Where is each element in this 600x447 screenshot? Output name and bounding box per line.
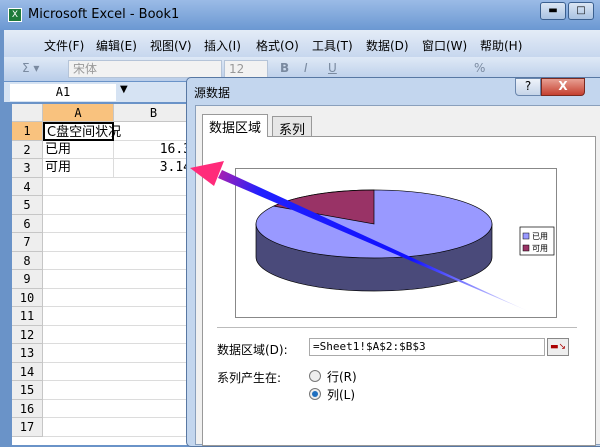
grid-row[interactable]: [43, 381, 194, 400]
dialog-body: 数据区域 系列 已用 可用 数据区域(D): =Sheet1!$A$2:$B$3…: [195, 105, 600, 446]
grid-row[interactable]: [43, 214, 194, 233]
pie-chart: 已用 可用: [255, 189, 555, 292]
name-box[interactable]: A1: [10, 84, 116, 101]
radio-rows-label[interactable]: 行(R): [327, 368, 357, 385]
menu-bar: 文件(F) 编辑(E) 视图(V) 插入(I) 格式(O) 工具(T) 数据(D…: [4, 30, 600, 57]
row-header[interactable]: 14: [12, 362, 43, 381]
range-label: 数据区域(D):: [217, 343, 288, 357]
chevron-down-icon[interactable]: ▼: [120, 84, 128, 95]
legend-swatch-available: [522, 244, 530, 252]
cell-a1[interactable]: C盘空间状况: [43, 122, 121, 141]
tab-data-range[interactable]: 数据区域: [202, 114, 269, 137]
menu-data[interactable]: 数据(D): [366, 37, 409, 54]
grid-row[interactable]: [43, 196, 194, 215]
row-header[interactable]: 6: [12, 214, 43, 233]
row-header[interactable]: 7: [12, 233, 43, 252]
grid-row[interactable]: [43, 177, 194, 196]
row-header[interactable]: 1: [12, 122, 43, 141]
bold-button[interactable]: B: [280, 61, 289, 75]
row-header[interactable]: 8: [12, 251, 43, 270]
cell-a2[interactable]: 已用: [43, 140, 114, 159]
maximize-button[interactable]: □: [568, 2, 594, 20]
grid-row[interactable]: [43, 418, 194, 437]
menu-edit[interactable]: 编辑(E): [96, 37, 137, 54]
close-button[interactable]: X: [541, 78, 585, 96]
menu-file[interactable]: 文件(F): [44, 37, 84, 54]
row-header[interactable]: 11: [12, 307, 43, 326]
divider: [217, 327, 577, 328]
row-header[interactable]: 16: [12, 399, 43, 418]
radio-columns[interactable]: [309, 388, 321, 400]
collapse-dialog-button[interactable]: ▬↘: [547, 338, 569, 356]
tab-panel: 已用 可用 数据区域(D): =Sheet1!$A$2:$B$3 ▬↘ 系列产生…: [202, 136, 596, 446]
grid-row[interactable]: [43, 288, 194, 307]
menu-format[interactable]: 格式(O): [256, 37, 299, 54]
source-data-dialog: 源数据 ? X 数据区域 系列 已用 可用 数据区域(D): =Sheet1!$…: [186, 77, 600, 447]
legend-swatch-used: [522, 232, 530, 240]
grid-row[interactable]: [43, 399, 194, 418]
data-range-input[interactable]: =Sheet1!$A$2:$B$3: [309, 338, 545, 356]
grid-row[interactable]: [43, 270, 194, 289]
row-header[interactable]: 10: [12, 288, 43, 307]
grid-row[interactable]: [43, 362, 194, 381]
legend-label-used: 已用: [532, 232, 548, 241]
radio-columns-label[interactable]: 列(L): [327, 386, 355, 403]
chart-legend: 已用 可用: [519, 226, 555, 256]
grid-row[interactable]: [43, 251, 194, 270]
percent-button[interactable]: %: [474, 61, 485, 75]
underline-button[interactable]: U: [328, 61, 337, 75]
italic-button[interactable]: I: [304, 61, 308, 75]
row-header[interactable]: 4: [12, 177, 43, 196]
row-header[interactable]: 13: [12, 344, 43, 363]
cell-b2[interactable]: 16.3: [114, 140, 194, 159]
excel-icon: X: [8, 8, 22, 22]
column-header-a[interactable]: A: [43, 104, 114, 122]
worksheet-grid[interactable]: A B 1 2 3 4 5 6 7 8 9 10 11 12 13 14 15 16 17 C盘空间状况 已用 …: [12, 104, 194, 445]
column-header-b[interactable]: B: [114, 104, 194, 122]
row-header[interactable]: 3: [12, 159, 43, 178]
grid-row[interactable]: [43, 307, 194, 326]
cell-a3[interactable]: 可用: [43, 159, 114, 178]
row-header[interactable]: 5: [12, 196, 43, 215]
chart-preview: 已用 可用: [235, 168, 557, 318]
row-header[interactable]: 17: [12, 418, 43, 437]
cell-b3[interactable]: 3.14: [114, 159, 194, 178]
menu-tools[interactable]: 工具(T): [312, 37, 353, 54]
font-size-select[interactable]: 12: [224, 60, 268, 78]
tab-series[interactable]: 系列: [272, 116, 313, 138]
dialog-title: 源数据: [194, 86, 231, 100]
minimize-button[interactable]: ▬: [540, 2, 566, 20]
row-header[interactable]: 9: [12, 270, 43, 289]
row-header[interactable]: 12: [12, 325, 43, 344]
font-select[interactable]: 宋体: [68, 60, 222, 78]
select-all[interactable]: [12, 104, 43, 122]
grid-row[interactable]: [43, 325, 194, 344]
series-in-label: 系列产生在:: [217, 371, 282, 385]
menu-window[interactable]: 窗口(W): [422, 37, 467, 54]
radio-rows[interactable]: [309, 370, 321, 382]
grid-row[interactable]: [43, 233, 194, 252]
help-button[interactable]: ?: [515, 78, 541, 96]
title-bar: X Microsoft Excel - Book1 ▬ □: [0, 0, 600, 30]
legend-label-available: 可用: [532, 244, 548, 253]
menu-help[interactable]: 帮助(H): [480, 37, 522, 54]
menu-view[interactable]: 视图(V): [150, 37, 192, 54]
autosum-button[interactable]: Σ ▾: [22, 61, 39, 75]
grid-row[interactable]: [43, 344, 194, 363]
window-title: Microsoft Excel - Book1: [28, 7, 180, 22]
row-header[interactable]: 2: [12, 140, 43, 159]
menu-insert[interactable]: 插入(I): [204, 37, 241, 54]
row-header[interactable]: 15: [12, 381, 43, 400]
